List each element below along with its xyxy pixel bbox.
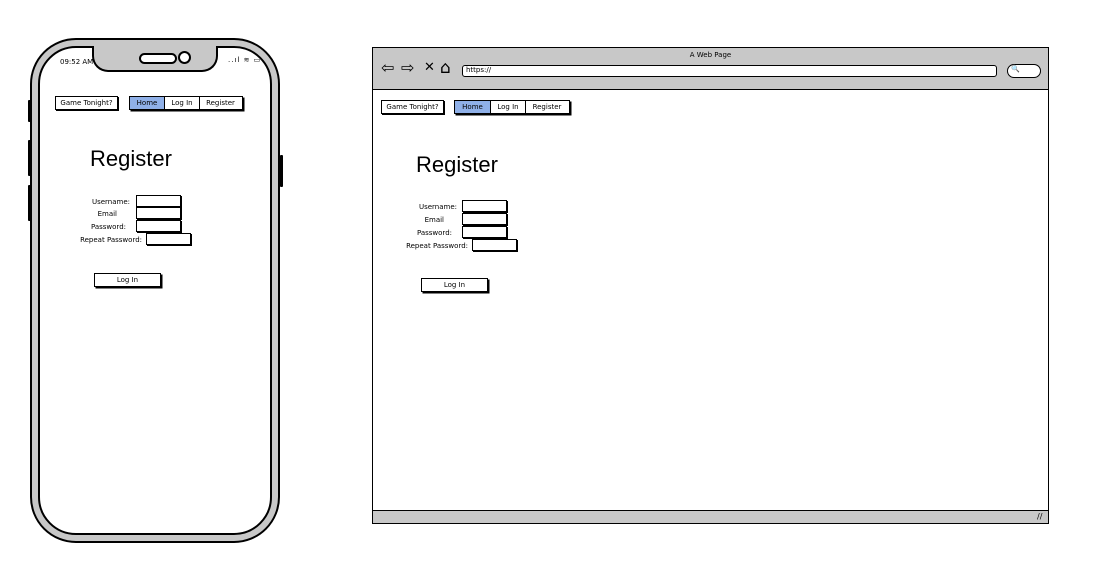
brand-button[interactable]: Game Tonight? <box>381 100 444 114</box>
username-label: Username: <box>418 203 457 211</box>
username-label: Username: <box>91 198 130 206</box>
email-input[interactable] <box>462 213 507 225</box>
email-label: Email <box>97 210 117 218</box>
username-input[interactable] <box>136 195 181 207</box>
phone-volume-button <box>28 100 31 122</box>
repeat-password-input[interactable] <box>146 233 191 245</box>
repeat-password-label: Repeat Password: <box>80 236 142 244</box>
home-icon[interactable]: ⌂ <box>440 60 451 77</box>
email-input[interactable] <box>136 207 181 219</box>
browser-title: A Web Page <box>689 51 732 59</box>
password-input[interactable] <box>136 220 181 232</box>
submit-button[interactable]: Log In <box>94 273 161 287</box>
phone-volume-button <box>28 185 31 221</box>
password-input[interactable] <box>462 226 507 238</box>
page-title: Register <box>90 146 172 171</box>
phone-power-button <box>280 155 283 187</box>
password-label: Password: <box>90 223 126 231</box>
repeat-password-label: Repeat Password: <box>406 242 468 250</box>
close-icon[interactable]: ✕ <box>424 60 435 76</box>
forward-arrow-icon[interactable]: ⇨ <box>401 60 414 76</box>
phone-speaker <box>139 53 177 64</box>
status-time: 09:52 AM <box>60 58 94 66</box>
tab-home[interactable]: Home <box>130 97 165 109</box>
search-icon: 🔍 <box>1011 65 1020 73</box>
username-input[interactable] <box>462 200 507 212</box>
back-arrow-icon[interactable]: ⇦ <box>381 60 394 76</box>
resize-grip-icon[interactable]: // <box>1037 512 1042 521</box>
tab-log-in[interactable]: Log In <box>491 101 526 113</box>
page-title: Register <box>416 152 498 177</box>
tab-group: Home Log In Register <box>129 96 243 110</box>
submit-button[interactable]: Log In <box>421 278 488 292</box>
tab-group: Home Log In Register <box>454 100 570 114</box>
url-input[interactable]: https:// <box>462 65 997 77</box>
brand-button[interactable]: Game Tonight? <box>55 96 118 110</box>
phone-camera <box>178 51 191 64</box>
repeat-password-input[interactable] <box>472 239 517 251</box>
tab-log-in[interactable]: Log In <box>165 97 200 109</box>
browser-statusbar <box>373 510 1048 523</box>
email-label: Email <box>424 216 444 224</box>
phone-screen <box>38 46 272 535</box>
tab-register[interactable]: Register <box>526 101 568 113</box>
status-icons: ..ıl ≋ ▭ <box>228 56 262 64</box>
phone-volume-button <box>28 140 31 176</box>
tab-register[interactable]: Register <box>200 97 241 109</box>
password-label: Password: <box>416 229 452 237</box>
tab-home[interactable]: Home <box>455 101 491 113</box>
